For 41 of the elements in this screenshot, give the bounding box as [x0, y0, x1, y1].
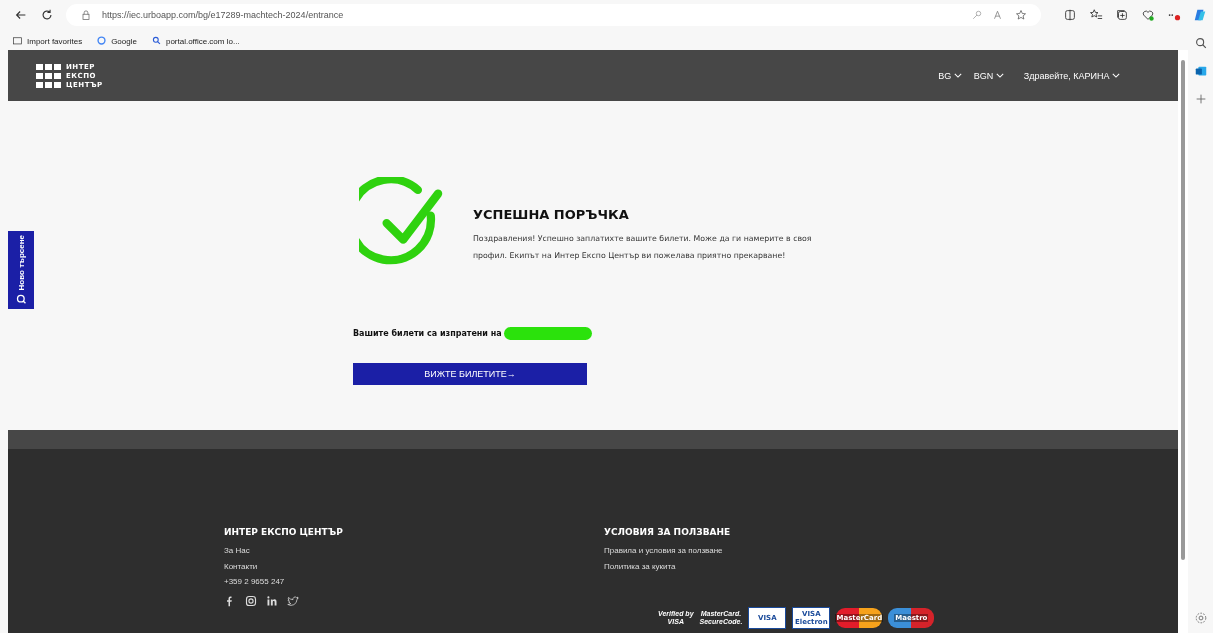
footer-link[interactable]: +359 2 9655 247	[224, 574, 604, 590]
collections-icon[interactable]	[1115, 8, 1129, 22]
google-icon	[96, 34, 108, 46]
footer-link[interactable]: Политика за кукита	[604, 558, 984, 574]
success-title: УСПЕШНА ПОРЪЧКА	[473, 207, 630, 222]
favorites-bar-item[interactable]: portal.office.com lo...	[150, 34, 240, 46]
chevron-down-icon	[1112, 72, 1120, 78]
search-icon[interactable]	[1193, 36, 1208, 50]
chevron-down-icon	[953, 72, 962, 78]
footer-heading: УСЛОВИЯ ЗА ПОЛЗВАНЕ	[604, 527, 732, 537]
linkedin-icon[interactable]	[266, 594, 278, 607]
dropdown-menu[interactable]: BGN	[973, 70, 1004, 81]
favorites-bar-item[interactable]: Import favorites	[12, 34, 83, 46]
dropdown-menu[interactable]: BG	[938, 70, 962, 81]
scrollbar[interactable]	[1178, 50, 1188, 633]
refresh-icon[interactable]	[40, 8, 54, 22]
footer-link[interactable]: Контакти	[224, 558, 604, 574]
footer-heading: ИНТЕР ЕКСПО ЦЕНТЪР	[224, 527, 344, 537]
view-tickets-button[interactable]: ВИЖТЕ БИЛЕТИТЕ→	[353, 363, 587, 385]
search-icon	[15, 294, 27, 305]
search-icon	[150, 34, 162, 46]
instagram-icon[interactable]	[245, 594, 257, 607]
footer-link[interactable]: Правила и условия за ползване	[604, 543, 984, 559]
star-icon[interactable]	[1015, 9, 1027, 21]
split-screen-icon[interactable]	[1063, 8, 1077, 22]
tickets-sent-text: Вашите билети са изпратени на	[353, 328, 502, 338]
favorites-bar-item[interactable]: Google	[96, 34, 137, 46]
twitter-icon[interactable]	[287, 594, 299, 607]
heart-icon[interactable]	[1141, 8, 1155, 22]
settings-icon[interactable]	[1193, 611, 1208, 625]
back-icon[interactable]	[14, 8, 28, 22]
mail-icon[interactable]	[1193, 64, 1208, 78]
lock-icon	[80, 9, 92, 21]
new-search-tab[interactable]: Ново търсене	[8, 231, 34, 309]
dropdown-menu[interactable]: Здравейте, КАРИНА	[1023, 70, 1120, 81]
favorites-icon[interactable]	[1089, 8, 1103, 22]
folder-icon	[12, 34, 23, 46]
chevron-down-icon	[995, 72, 1004, 78]
address-bar[interactable]: https://iec.urboapp.com/bg/e17289-machtech-2024/entrance	[66, 4, 1041, 26]
copilot-icon[interactable]	[1193, 8, 1207, 22]
footer-link[interactable]: За Нас	[224, 543, 604, 559]
